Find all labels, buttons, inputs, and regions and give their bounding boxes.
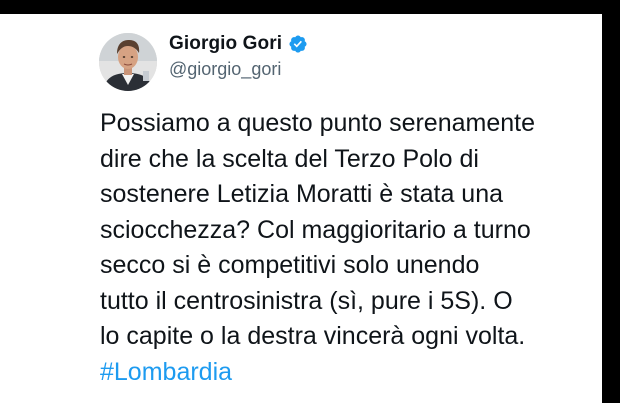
tweet-text: Possiamo a questo punto serenamente dire…: [100, 106, 600, 390]
handle[interactable]: @giorgio_gori: [169, 59, 308, 80]
right-black-bar: [602, 0, 620, 403]
tweet-line: tutto il centrosinistra (sì, pure i 5S).…: [100, 286, 513, 315]
tweet-line: Possiamo a questo punto serenamente: [100, 109, 535, 137]
verified-badge-icon: [288, 34, 308, 54]
tweet-line: secco si è competitivi solo unendo: [100, 251, 480, 279]
top-black-bar: [0, 0, 620, 14]
tweet-line: sostenere Letizia Moratti è stata una: [100, 180, 504, 208]
hashtag-link[interactable]: #Lombardia: [100, 355, 600, 391]
name-row: Giorgio Gori: [169, 30, 308, 58]
tweet-line: dire che la scelta del Terzo Polo di: [100, 144, 479, 173]
tweet-line: sciocchezza? Col maggioritario a turno: [100, 215, 531, 244]
screenshot-frame: Giorgio Gori @giorgio_gori Possiamo a qu…: [0, 0, 620, 403]
author-block: Giorgio Gori @giorgio_gori: [169, 30, 308, 80]
avatar[interactable]: [99, 33, 157, 91]
display-name[interactable]: Giorgio Gori: [169, 33, 282, 55]
avatar-photo: [99, 33, 157, 91]
tweet-line: lo capite o la destra vincerà ogni volta…: [100, 322, 526, 350]
tweet-card: Giorgio Gori @giorgio_gori Possiamo a qu…: [0, 14, 602, 403]
